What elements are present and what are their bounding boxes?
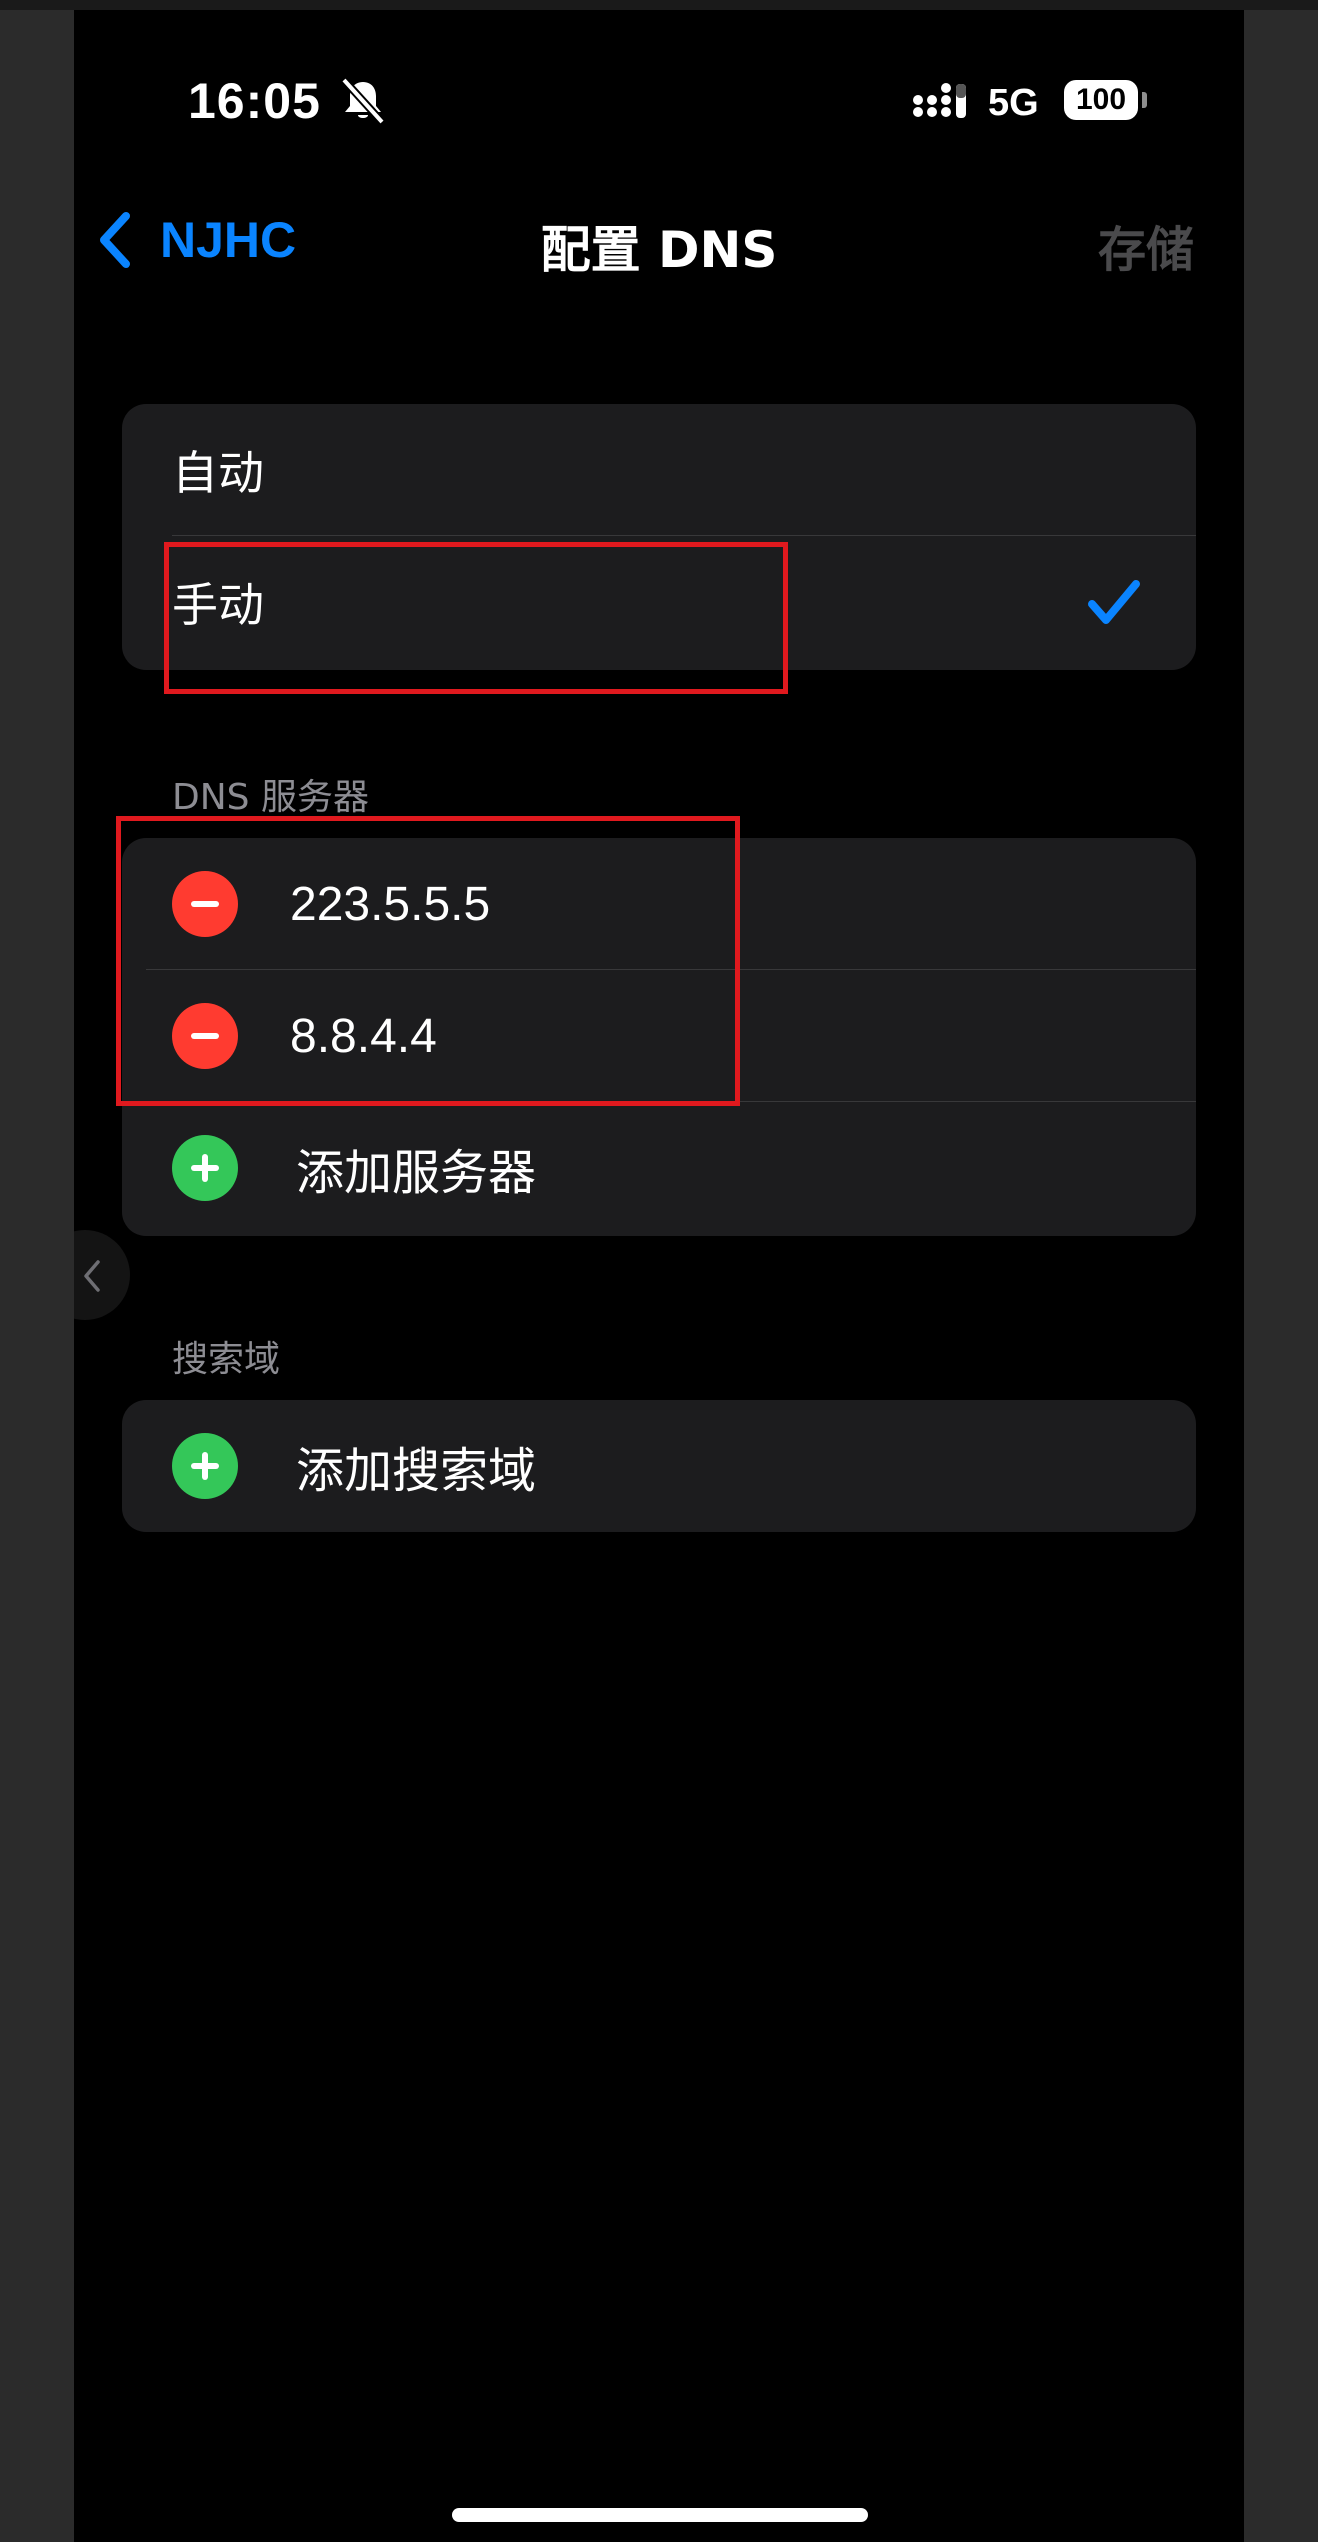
plus-circle-icon-vertical	[202, 1154, 208, 1182]
dns-servers-header: DNS 服务器	[172, 777, 369, 818]
battery-tip	[1142, 92, 1147, 108]
dns-mode-group: 自动 手动	[122, 404, 1196, 670]
add-search-domain-button[interactable]	[172, 1433, 238, 1499]
dns-server-value[interactable]: 8.8.4.4	[290, 1009, 437, 1064]
phone-screen: 16:05 5G 100 NJHC 配置 DNS 存储 自动 手动 DNS 服务…	[74, 10, 1244, 2542]
delete-server-button[interactable]	[172, 1003, 238, 1069]
add-server-label: 添加服务器	[296, 1145, 537, 1201]
network-type: 5G	[988, 82, 1039, 124]
bell-slash-icon	[341, 77, 385, 125]
side-back-handle[interactable]	[74, 1230, 130, 1320]
checkmark-icon	[1088, 580, 1140, 624]
status-time: 16:05	[188, 73, 321, 129]
add-server-row[interactable]: 添加服务器	[122, 1102, 1196, 1234]
save-button[interactable]: 存储	[1098, 210, 1194, 280]
dns-servers-group: 223.5.5.5 8.8.4.4 添加服务器	[122, 838, 1196, 1236]
minus-circle-icon	[191, 901, 219, 907]
minus-circle-icon	[191, 1033, 219, 1039]
top-strip	[0, 0, 1318, 10]
search-domains-header: 搜索域	[172, 1339, 281, 1380]
chevron-left-icon	[84, 1260, 100, 1292]
dns-server-row: 8.8.4.4	[122, 970, 1196, 1102]
search-domains-group: 添加搜索域	[122, 1400, 1196, 1532]
delete-server-button[interactable]	[172, 871, 238, 937]
battery-indicator: 100	[1064, 80, 1138, 120]
plus-circle-icon-vertical	[202, 1452, 208, 1480]
home-indicator[interactable]	[452, 2508, 868, 2522]
option-label: 手动	[172, 578, 264, 632]
dns-server-value[interactable]: 223.5.5.5	[290, 877, 490, 932]
option-automatic[interactable]: 自动	[122, 404, 1196, 536]
add-search-domain-row[interactable]: 添加搜索域	[122, 1400, 1196, 1532]
add-server-button[interactable]	[172, 1135, 238, 1201]
signal-icon	[913, 83, 966, 118]
page-title: 配置 DNS	[540, 221, 778, 279]
option-label: 自动	[172, 446, 264, 500]
add-search-domain-label: 添加搜索域	[296, 1443, 537, 1499]
dns-server-row: 223.5.5.5	[122, 838, 1196, 970]
option-manual[interactable]: 手动	[122, 536, 1196, 668]
